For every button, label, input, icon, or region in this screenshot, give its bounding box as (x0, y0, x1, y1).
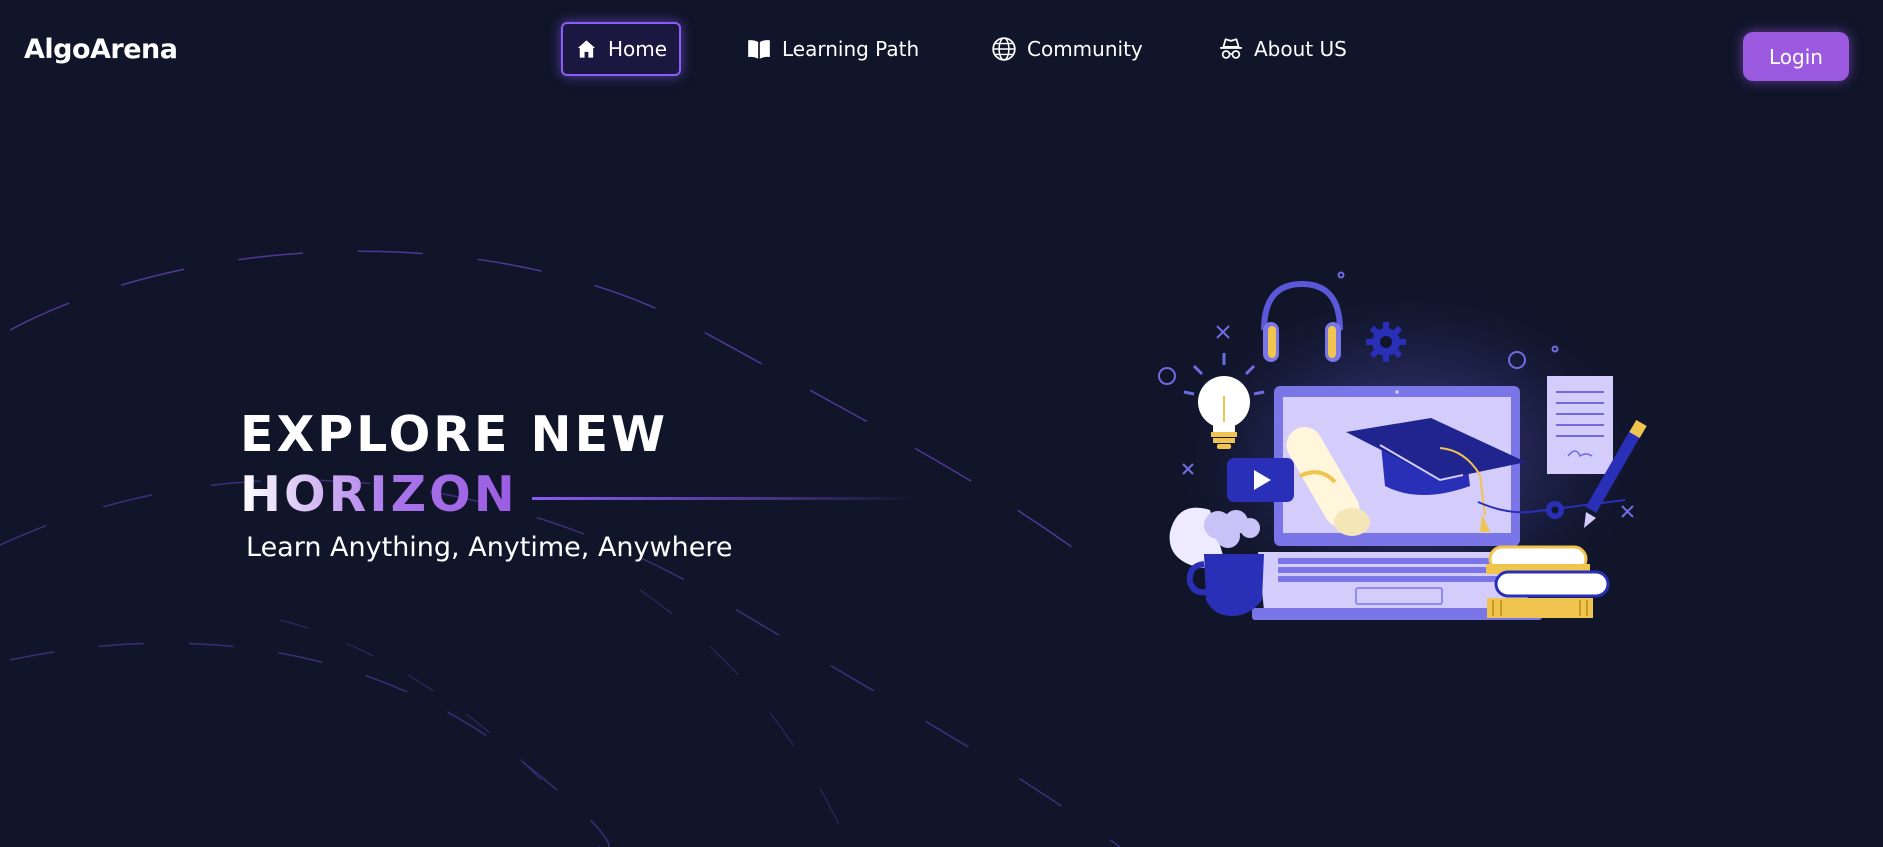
landing-page: AlgoArena Home Learning Path Community A… (0, 0, 1883, 847)
nav-item-learning-path[interactable]: Learning Path (734, 22, 931, 76)
nav-item-label: Home (607, 37, 667, 61)
hero-title-line1: EXPLORE NEW (240, 406, 669, 463)
main-nav: Home Learning Path Community About US (0, 0, 1883, 100)
hero-subtitle: Learn Anything, Anytime, Anywhere (246, 532, 733, 563)
play-button-icon (1227, 458, 1294, 502)
nav-item-home[interactable]: Home (561, 22, 681, 76)
gear-icon (1366, 322, 1406, 362)
document-icon (1547, 376, 1613, 474)
incognito-icon (1220, 38, 1242, 59)
nav-item-label: Learning Path (782, 37, 920, 61)
login-button[interactable]: Login (1743, 32, 1849, 81)
nav-item-about-us[interactable]: About US (1206, 22, 1359, 76)
hero-title: EXPLORE NEW HORIZON (240, 405, 917, 525)
hero-underline-rule (531, 496, 917, 500)
nav-item-label: Community (1027, 37, 1143, 61)
nav-item-community[interactable]: Community (979, 22, 1155, 76)
globe-icon (992, 37, 1016, 61)
coffee-cup-icon (1169, 507, 1264, 616)
hero-title-line2-row: HORIZON (240, 465, 917, 525)
hero-title-line2: HORIZON (240, 466, 518, 523)
book-open-icon (748, 40, 770, 59)
nav-item-label: About US (1254, 37, 1347, 61)
online-education-illustration (1158, 271, 1660, 635)
home-icon (577, 40, 596, 58)
